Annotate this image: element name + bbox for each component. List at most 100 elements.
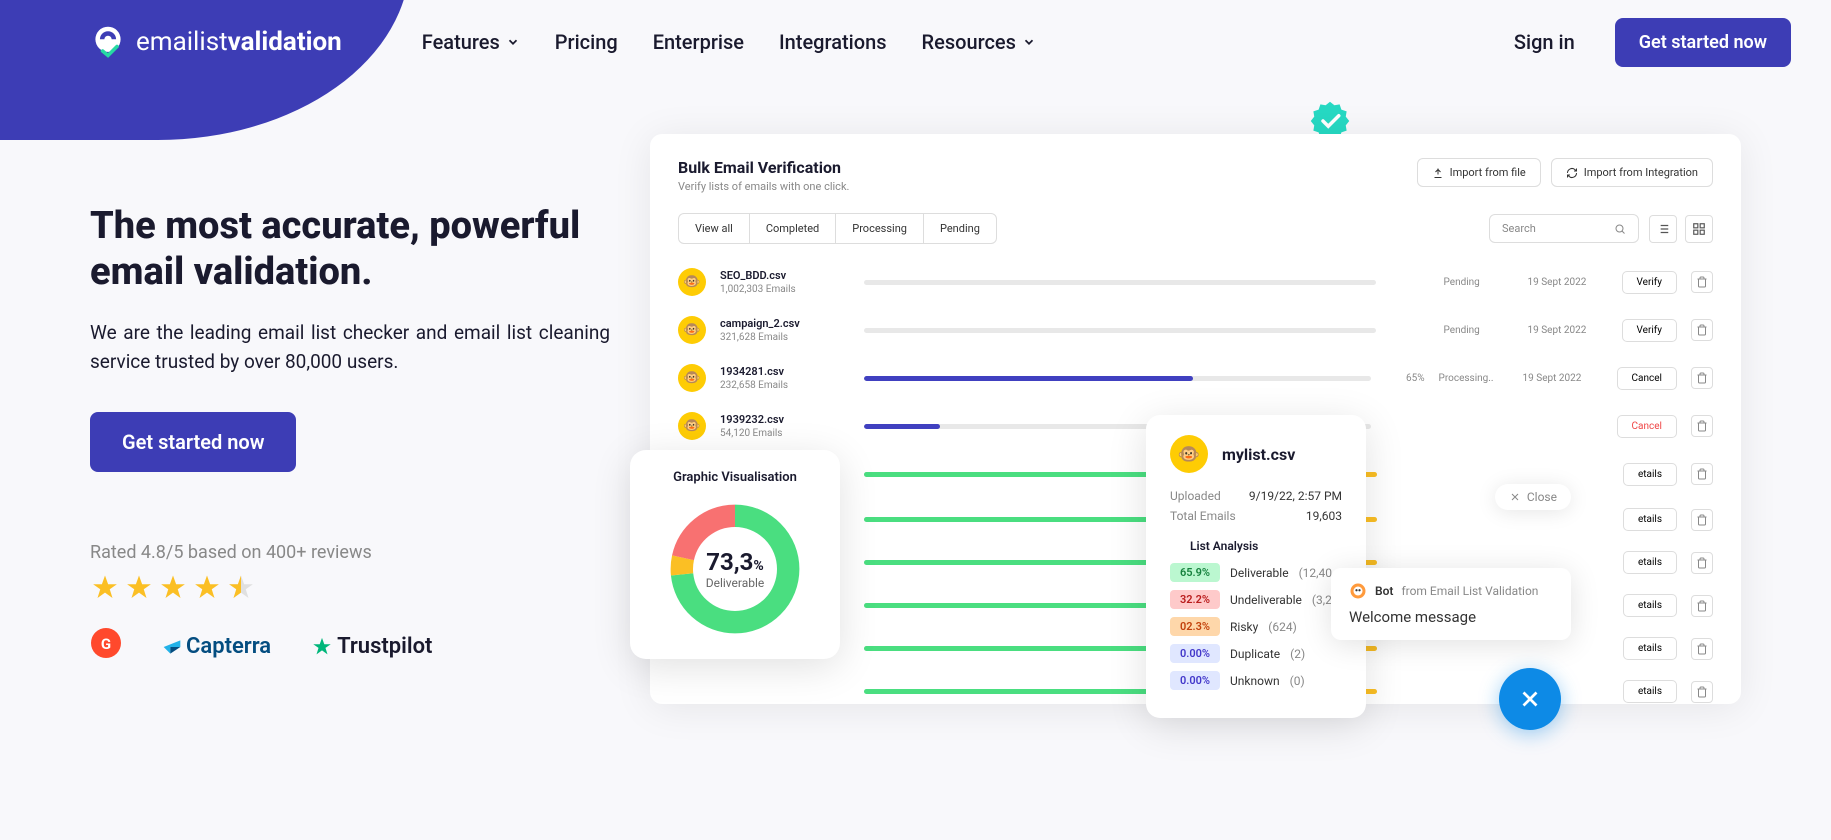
file-count: 232,658 Emails: [720, 380, 850, 391]
file-action-button[interactable]: Cancel: [1617, 367, 1677, 390]
analysis-count: (2): [1290, 647, 1305, 661]
nav-features[interactable]: Features: [422, 30, 520, 54]
bot-popup[interactable]: Bot from Email List Validation Welcome m…: [1331, 568, 1571, 640]
bot-from: from Email List Validation: [1401, 584, 1538, 598]
delete-button[interactable]: [1691, 463, 1713, 485]
nav-pricing[interactable]: Pricing: [555, 30, 618, 54]
chevron-down-icon: [506, 35, 520, 49]
import-integration-button[interactable]: Import from Integration: [1551, 158, 1713, 187]
chevron-down-icon: [1022, 35, 1036, 49]
tab-processing[interactable]: Processing: [836, 214, 924, 243]
chat-fab[interactable]: [1499, 668, 1561, 730]
trustpilot-logo: Trustpilot: [311, 634, 432, 659]
close-icon: [1517, 686, 1543, 712]
analysis-title: List Analysis: [1190, 539, 1342, 553]
mailchimp-icon: 🐵: [678, 316, 706, 344]
tab-view-all[interactable]: View all: [679, 214, 750, 243]
bot-message: Welcome message: [1349, 608, 1553, 626]
analysis-count: (624): [1268, 620, 1297, 634]
analysis-count: (0): [1290, 674, 1305, 688]
mailchimp-icon: 🐵: [678, 364, 706, 392]
rating-stars: [90, 573, 610, 603]
delete-button[interactable]: [1691, 415, 1713, 437]
delete-button[interactable]: [1691, 552, 1713, 574]
details-button[interactable]: etails: [1623, 637, 1677, 660]
svg-text:G: G: [101, 635, 111, 653]
rating-text: Rated 4.8/5 based on 400+ reviews: [90, 542, 610, 563]
delete-button[interactable]: [1691, 638, 1713, 660]
star-icon: [192, 573, 222, 603]
file-name: 1934281.csv: [720, 365, 850, 378]
nav-resources[interactable]: Resources: [922, 30, 1036, 54]
upload-icon: [1432, 167, 1444, 179]
file-status: Processing..: [1439, 373, 1509, 384]
search-icon: [1614, 223, 1626, 235]
tab-completed[interactable]: Completed: [750, 214, 836, 243]
file-action-button[interactable]: Verify: [1622, 271, 1677, 294]
close-button[interactable]: Close: [1495, 484, 1571, 510]
signin-link[interactable]: Sign in: [1514, 30, 1575, 54]
file-date: 19 Sept 2022: [1528, 325, 1608, 336]
g2-logo: G: [90, 627, 122, 666]
analysis-label: Unknown: [1230, 674, 1280, 688]
file-count: 1,002,303 Emails: [720, 284, 850, 295]
dashboard-subtitle: Verify lists of emails with one click.: [678, 180, 849, 193]
import-file-button[interactable]: Import from file: [1417, 158, 1541, 187]
details-button[interactable]: etails: [1623, 508, 1677, 531]
filter-tabs: View all Completed Processing Pending: [678, 213, 997, 244]
grid-view-icon[interactable]: [1685, 215, 1713, 243]
nav-enterprise[interactable]: Enterprise: [653, 30, 744, 54]
percent-badge: 32.2%: [1170, 590, 1220, 609]
percent-badge: 0.00%: [1170, 671, 1220, 690]
hero-cta-button[interactable]: Get started now: [90, 412, 296, 472]
review-logos: G Capterra Trustpilot: [90, 627, 610, 666]
bot-icon: [1349, 582, 1367, 600]
total-value: 19,603: [1306, 509, 1342, 523]
delete-button[interactable]: [1691, 595, 1713, 617]
donut-card: Graphic Visualisation 73,3% Deliverable: [630, 450, 840, 659]
analysis-label: Deliverable: [1230, 566, 1289, 580]
donut-title: Graphic Visualisation: [658, 470, 812, 485]
mailchimp-icon: 🐵: [678, 268, 706, 296]
analysis-count: (12,40: [1299, 566, 1332, 580]
search-input[interactable]: Search: [1489, 214, 1639, 243]
mailchimp-icon: 🐵: [1170, 435, 1208, 473]
analysis-row: 32.2%Undeliverable (3,26: [1170, 590, 1342, 609]
details-button[interactable]: etails: [1623, 680, 1677, 703]
percent-badge: 0.00%: [1170, 644, 1220, 663]
delete-button[interactable]: [1691, 509, 1713, 531]
donut-value: 73,3%: [706, 548, 765, 576]
list-view-icon[interactable]: [1649, 215, 1677, 243]
get-started-button[interactable]: Get started now: [1615, 18, 1791, 67]
details-button[interactable]: etails: [1623, 551, 1677, 574]
file-action-button[interactable]: Cancel: [1617, 415, 1677, 438]
file-action-button[interactable]: etails: [1623, 463, 1677, 486]
detail-filename: mylist.csv: [1222, 445, 1295, 464]
logo[interactable]: emailistvalidation: [90, 24, 342, 60]
file-name: 1939232.csv: [720, 413, 850, 426]
delete-button[interactable]: [1691, 367, 1713, 389]
analysis-row: 65.9% Deliverable (12,40: [1170, 563, 1342, 582]
percent-badge: 65.9%: [1170, 563, 1220, 582]
logo-text: emailistvalidation: [136, 27, 342, 57]
delete-button[interactable]: [1691, 271, 1713, 293]
delete-button[interactable]: [1691, 319, 1713, 341]
bot-name: Bot: [1375, 584, 1393, 598]
hero-title: The most accurate, powerful email valida…: [90, 204, 610, 295]
file-count: 321,628 Emails: [720, 332, 850, 343]
delete-button[interactable]: [1691, 681, 1713, 703]
file-date: 19 Sept 2022: [1528, 277, 1608, 288]
star-half-icon: [226, 573, 256, 603]
donut-label: Deliverable: [706, 576, 765, 590]
file-name: SEO_BDD.csv: [720, 269, 850, 282]
star-icon: [158, 573, 188, 603]
file-action-button[interactable]: Verify: [1622, 319, 1677, 342]
nav-integrations[interactable]: Integrations: [779, 30, 887, 54]
tab-pending[interactable]: Pending: [924, 214, 996, 243]
analysis-row: 0.00% Unknown (0): [1170, 671, 1342, 690]
close-icon: [1509, 491, 1521, 503]
file-status: Pending: [1444, 325, 1514, 336]
analysis-label: Duplicate: [1230, 647, 1280, 661]
refresh-icon: [1566, 167, 1578, 179]
details-button[interactable]: etails: [1623, 594, 1677, 617]
